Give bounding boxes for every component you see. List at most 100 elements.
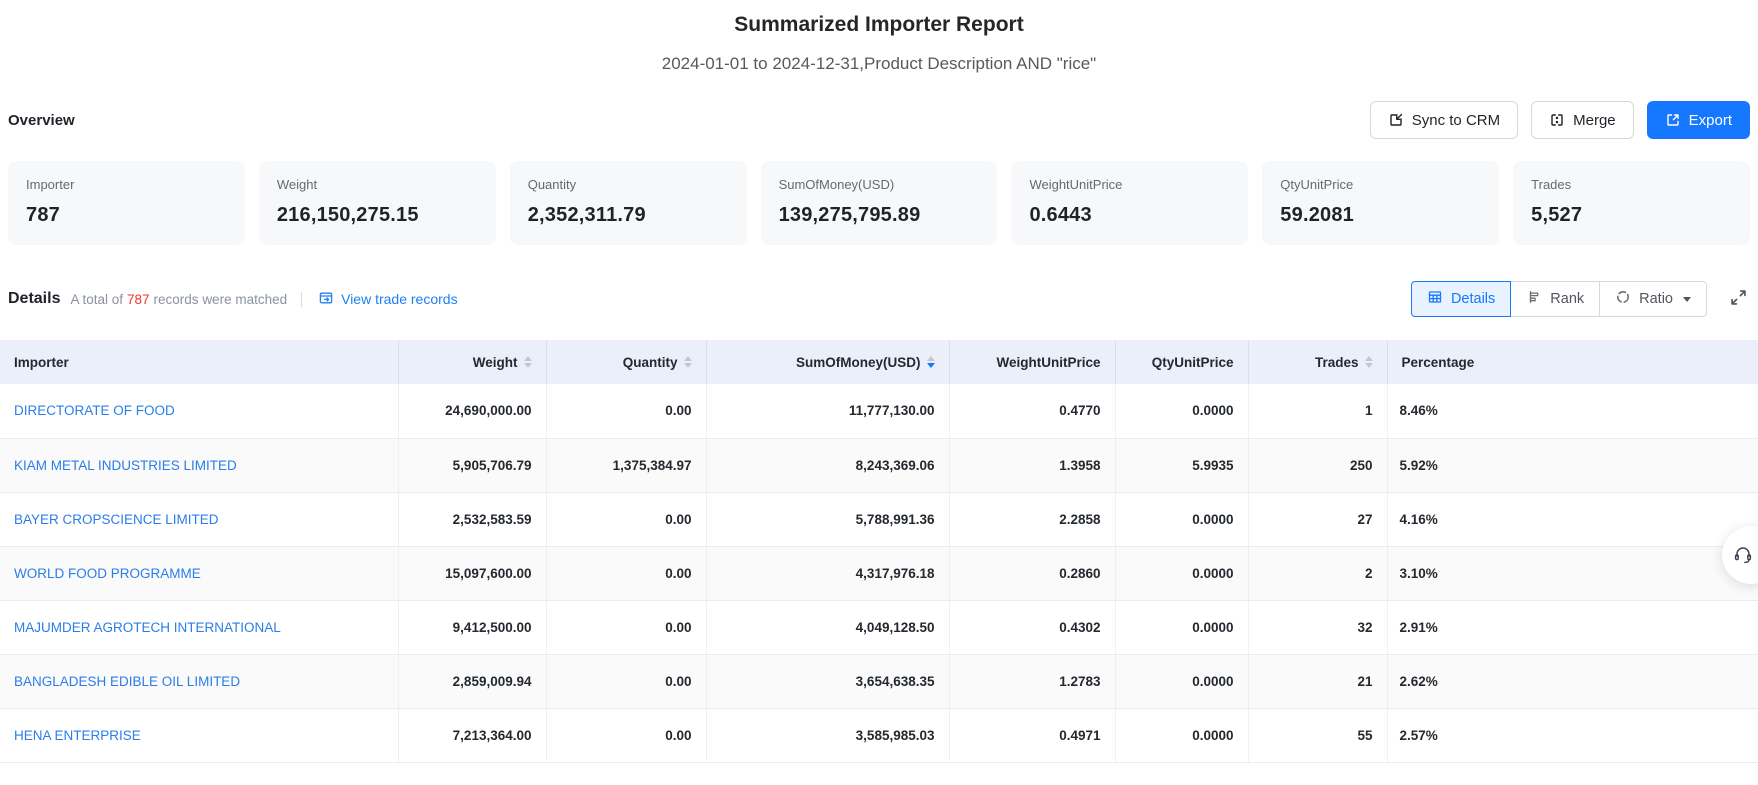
tab-details-label: Details — [1451, 291, 1495, 307]
cell-percentage: 2.91% — [1387, 600, 1758, 654]
stat-card-0: Importer 787 — [8, 161, 245, 245]
cell-sum_of_money: 4,049,128.50 — [706, 600, 949, 654]
cell-sum_of_money: 8,243,369.06 — [706, 438, 949, 492]
cell-importer: KIAM METAL INDUSTRIES LIMITED — [0, 438, 398, 492]
cell-importer: DIRECTORATE OF FOOD — [0, 384, 398, 438]
column-label: Weight — [473, 355, 518, 370]
export-button[interactable]: Export — [1647, 101, 1750, 139]
column-label: QtyUnitPrice — [1152, 355, 1234, 370]
table-header: Importer Weight QuantitySumOfMoney(USD) Wei… — [0, 340, 1758, 384]
cell-quantity: 0.00 — [546, 600, 706, 654]
cell-qty_unit_price: 5.9935 — [1115, 438, 1248, 492]
sort-icon — [684, 356, 692, 369]
sort-icon — [1365, 356, 1373, 369]
overview-section-label: Overview — [8, 112, 75, 129]
stat-label: SumOfMoney(USD) — [779, 177, 980, 193]
importer-link[interactable]: KIAM METAL INDUSTRIES LIMITED — [14, 458, 237, 473]
cell-sum_of_money: 4,317,976.18 — [706, 546, 949, 600]
stat-label: Trades — [1531, 177, 1732, 193]
cell-weight: 9,412,500.00 — [398, 600, 546, 654]
table-row: KIAM METAL INDUSTRIES LIMITED 5,905,706.7… — [0, 438, 1758, 492]
cell-qty_unit_price: 0.0000 — [1115, 546, 1248, 600]
cell-weight: 15,097,600.00 — [398, 546, 546, 600]
importer-link[interactable]: BAYER CROPSCIENCE LIMITED — [14, 512, 219, 527]
cell-sum_of_money: 5,788,991.36 — [706, 492, 949, 546]
chevron-down-icon — [1683, 297, 1691, 302]
importer-link[interactable]: BANGLADESH EDIBLE OIL LIMITED — [14, 674, 240, 689]
column-header-weight[interactable]: Weight — [398, 340, 546, 384]
column-header-sum_of_money[interactable]: SumOfMoney(USD) — [706, 340, 949, 384]
importer-link[interactable]: MAJUMDER AGROTECH INTERNATIONAL — [14, 620, 281, 635]
cell-weight: 2,532,583.59 — [398, 492, 546, 546]
view-trade-records-label: View trade records — [341, 291, 457, 307]
stat-label: Importer — [26, 177, 227, 193]
cell-importer: MAJUMDER AGROTECH INTERNATIONAL — [0, 600, 398, 654]
importer-link[interactable]: DIRECTORATE OF FOOD — [14, 403, 175, 418]
importer-table: Importer Weight QuantitySumOfMoney(USD) Wei… — [0, 340, 1758, 763]
cell-percentage: 8.46% — [1387, 384, 1758, 438]
cell-qty_unit_price: 0.0000 — [1115, 654, 1248, 708]
merge-button[interactable]: Merge — [1531, 101, 1634, 139]
matched-count: 787 — [127, 292, 150, 307]
stat-value: 787 — [26, 204, 227, 227]
stat-value: 5,527 — [1531, 204, 1732, 227]
cell-importer: BAYER CROPSCIENCE LIMITED — [0, 492, 398, 546]
details-bar-right: Details Rank — [1411, 281, 1750, 317]
column-label: WeightUnitPrice — [996, 355, 1100, 370]
details-bar-left: Details A total of787records were matche… — [8, 290, 458, 309]
sort-icon — [927, 356, 935, 369]
cell-trades: 27 — [1248, 492, 1387, 546]
column-header-quantity[interactable]: Quantity — [546, 340, 706, 384]
tab-rank-label: Rank — [1550, 291, 1584, 307]
table-row: HENA ENTERPRISE7,213,364.000.003,585,985… — [0, 708, 1758, 762]
importer-link[interactable]: HENA ENTERPRISE — [14, 728, 141, 743]
report-header: Summarized Importer Report 2024-01-01 to… — [0, 0, 1758, 75]
importer-link[interactable]: WORLD FOOD PROGRAMME — [14, 566, 201, 581]
fullscreen-button[interactable] — [1727, 286, 1750, 312]
column-label: Importer — [14, 355, 69, 370]
table-body: DIRECTORATE OF FOOD24,690,000.000.0011,7… — [0, 384, 1758, 762]
cell-quantity: 1,375,384.97 — [546, 438, 706, 492]
stat-value: 216,150,275.15 — [277, 204, 478, 227]
action-buttons: Sync to CRM Merge — [1370, 101, 1750, 139]
cell-qty_unit_price: 0.0000 — [1115, 708, 1248, 762]
stat-card-4: WeightUnitPrice0.6443 — [1011, 161, 1248, 245]
stat-label: Weight — [277, 177, 478, 193]
summarized-importer-report-page: Summarized Importer Report 2024-01-01 to… — [0, 0, 1758, 785]
overview-row: Overview Sync to CRM — [0, 101, 1758, 139]
cell-weight_unit_price: 1.3958 — [949, 438, 1115, 492]
column-header-trades[interactable]: Trades — [1248, 340, 1387, 384]
tab-details-view[interactable]: Details — [1411, 281, 1511, 317]
sync-to-crm-button[interactable]: Sync to CRM — [1370, 101, 1518, 139]
overview-stats-row: Importer 787 Weight 216,150,275.15 Quantity 2… — [0, 161, 1758, 245]
stat-label: QtyUnitPrice — [1280, 177, 1481, 193]
table-grid-icon — [1427, 289, 1443, 309]
cell-quantity: 0.00 — [546, 384, 706, 438]
stat-value: 139,275,795.89 — [779, 204, 980, 227]
fullscreen-icon — [1729, 295, 1748, 310]
cell-trades: 21 — [1248, 654, 1387, 708]
tab-rank-view[interactable]: Rank — [1510, 281, 1600, 317]
column-label: Trades — [1315, 355, 1359, 370]
tab-ratio-view[interactable]: Ratio — [1599, 281, 1707, 317]
export-label: Export — [1689, 112, 1732, 129]
cell-trades: 250 — [1248, 438, 1387, 492]
cell-weight_unit_price: 2.2858 — [949, 492, 1115, 546]
table-row: MAJUMDER AGROTECH INTERNATIONAL 9,412,500… — [0, 600, 1758, 654]
cell-weight: 7,213,364.00 — [398, 708, 546, 762]
cell-weight: 5,905,706.79 — [398, 438, 546, 492]
cell-weight_unit_price: 0.4302 — [949, 600, 1115, 654]
table-row: WORLD FOOD PROGRAMME 15,097,600.000.004,3… — [0, 546, 1758, 600]
ratio-circle-icon — [1615, 289, 1631, 309]
cell-trades: 1 — [1248, 384, 1387, 438]
cell-percentage: 2.57% — [1387, 708, 1758, 762]
cell-percentage: 2.62% — [1387, 654, 1758, 708]
column-label: Percentage — [1402, 355, 1475, 370]
stat-value: 2,352,311.79 — [528, 204, 729, 227]
view-trade-records-link[interactable]: View trade records — [318, 290, 457, 309]
stat-label: Quantity — [528, 177, 729, 193]
stat-card-3: SumOfMoney(USD) 139,275,795.89 — [761, 161, 998, 245]
cell-quantity: 0.00 — [546, 546, 706, 600]
details-section-label: Details — [8, 290, 60, 308]
table-row: DIRECTORATE OF FOOD24,690,000.000.0011,7… — [0, 384, 1758, 438]
